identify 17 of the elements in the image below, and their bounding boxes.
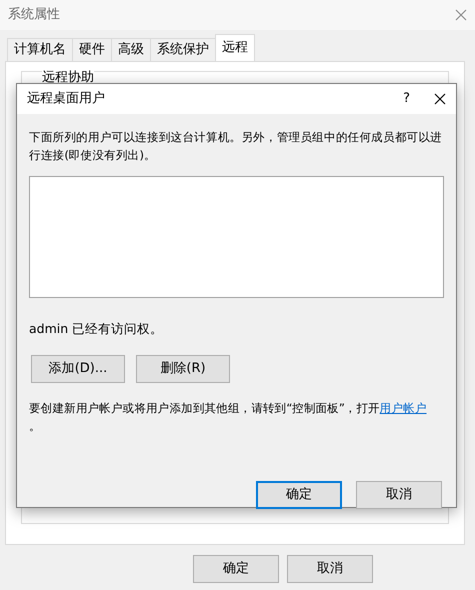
user-list[interactable] — [29, 176, 444, 298]
dialog-button[interactable]: 取消 — [287, 555, 373, 583]
dialog-button[interactable]: 确定 — [193, 555, 279, 583]
ok-button[interactable]: 确定 — [256, 480, 342, 509]
user-accounts-link[interactable]: 用户帐户 — [380, 400, 427, 415]
help-button[interactable]: ? — [403, 89, 410, 109]
dialog-title: 远程桌面用户 — [27, 90, 106, 108]
action-button[interactable]: 添加(D)... — [31, 354, 125, 383]
close-icon[interactable] — [434, 93, 446, 105]
access-note: admin 已经有访问权。 — [29, 320, 164, 338]
action-button[interactable]: 删除(R) — [136, 354, 230, 383]
tab[interactable]: 计算机名 — [7, 38, 73, 61]
cancel-button[interactable]: 取消 — [356, 480, 442, 509]
info-text: 要创建新用户帐户或将用户添加到其他组，请转到“控制面板”，打开用户帐户 。 — [29, 400, 428, 435]
tab[interactable]: 远程 — [215, 34, 255, 61]
description-text: 下面所列的用户可以连接到这台计算机。另外，管理员组中的任何成员都可以进行连接(即使没有列出)。 — [29, 129, 444, 164]
window-title: 系统属性 — [8, 6, 60, 24]
